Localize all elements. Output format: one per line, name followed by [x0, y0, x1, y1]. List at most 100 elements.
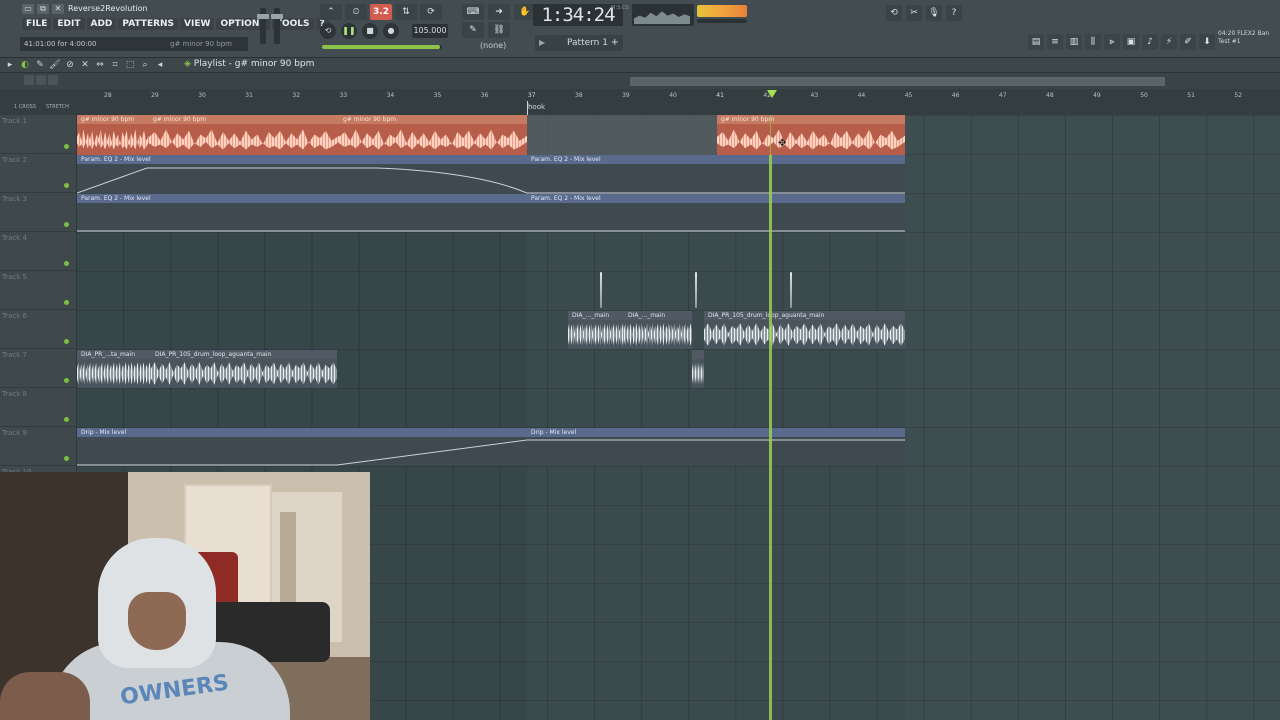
master-volume-slider[interactable] [271, 8, 283, 44]
pencil-icon[interactable]: ✎ [462, 22, 484, 38]
track-enable-icon[interactable] [64, 300, 69, 305]
menu-view[interactable]: VIEW [180, 18, 215, 30]
slip-icon[interactable]: ⇔ [94, 59, 106, 71]
track-enable-icon[interactable] [64, 339, 69, 344]
piano-roll-icon[interactable]: ▥ [1066, 34, 1082, 50]
automation-clip[interactable]: Param. EQ 2 - Mix level [527, 194, 905, 232]
track-header[interactable]: Track 2 [0, 154, 76, 193]
news-panel[interactable]: 04:20 FLEX2 Ban Test #1 [1218, 30, 1280, 52]
menu-patterns[interactable]: PATTERNS [118, 18, 179, 30]
audio-clip[interactable]: DIA_PR_105_drum_loop_aguanta_main [151, 350, 337, 388]
step-edit-icon[interactable]: ➜ [488, 4, 510, 20]
track-header[interactable]: Track 8 [0, 388, 76, 427]
zoom-icon[interactable]: ⌕ [139, 59, 151, 71]
overview-icon[interactable] [48, 75, 58, 85]
automation-clip[interactable]: Param. EQ 2 - Mix level [527, 155, 905, 194]
track-enable-icon[interactable] [64, 222, 69, 227]
pat-song-toggle-icon[interactable]: ⟲ [320, 23, 336, 39]
track-header[interactable]: Track 6 [0, 310, 76, 349]
countdown-button[interactable]: 3.2 [370, 4, 392, 20]
draw-icon[interactable]: ✎ [34, 59, 46, 71]
audio-clip[interactable]: DIA_PR_...ta_main [77, 350, 151, 388]
pattern-arrow-icon[interactable]: ▶ [539, 38, 545, 47]
zoom-out-icon[interactable] [24, 75, 34, 85]
help-icon[interactable]: ? [946, 5, 962, 21]
undo-history-icon[interactable]: ⟲ [886, 5, 902, 21]
download-icon[interactable]: ⬇ [1199, 34, 1215, 50]
add-pattern-icon[interactable]: + [611, 37, 619, 48]
minimize-icon[interactable]: ▭ [22, 4, 34, 14]
track-header[interactable]: Track 7 [0, 349, 76, 388]
menu-add[interactable]: ADD [86, 18, 117, 30]
pause-icon[interactable]: ❚❚ [341, 23, 357, 39]
audio-clip[interactable] [692, 350, 704, 388]
typing-keyboard-icon[interactable]: ⌨ [462, 4, 484, 20]
track-enable-icon[interactable] [64, 456, 69, 461]
audio-clip[interactable]: g# minor 90 bpm [149, 115, 339, 155]
audio-clip[interactable]: DIA_..._main [624, 311, 692, 349]
wait-icon[interactable]: ⏲ [345, 4, 367, 20]
audio-clip[interactable]: g# minor 90 bpm [717, 115, 905, 155]
menu-file[interactable]: FILE [22, 18, 52, 30]
record-icon[interactable]: ● [383, 23, 399, 39]
master-pitch-slider[interactable] [257, 8, 269, 44]
track-header[interactable]: Track 9 [0, 427, 76, 466]
track-enable-icon[interactable] [64, 144, 69, 149]
restore-icon[interactable]: ⧉ [37, 4, 49, 14]
stretch-label[interactable]: STRETCH [46, 104, 69, 110]
hook-marker[interactable]: hook [528, 103, 545, 111]
audio-clip[interactable]: g# minor 90 bpm [77, 115, 149, 155]
song-time-display[interactable]: 1:34:24 [533, 4, 623, 26]
loop-record-icon[interactable]: ⟳ [420, 4, 442, 20]
plugin-icon[interactable]: ▣ [1123, 34, 1139, 50]
menu-edit[interactable]: EDIT [53, 18, 85, 30]
slice-icon[interactable]: ⌗ [109, 59, 121, 71]
zoom-in-icon[interactable] [36, 75, 46, 85]
sample-hit[interactable] [694, 272, 698, 308]
track-header[interactable]: Track 3 [0, 193, 76, 232]
master-volume-bar[interactable] [322, 45, 442, 49]
select-icon[interactable]: ⬚ [124, 59, 136, 71]
track-header[interactable]: Track 5 [0, 271, 76, 310]
microphone-icon[interactable]: 🎙 [926, 5, 942, 21]
track-enable-icon[interactable] [64, 417, 69, 422]
mute-icon[interactable]: ✕ [79, 59, 91, 71]
playback-icon[interactable]: ◂ [154, 59, 166, 71]
delete-icon[interactable]: ⊘ [64, 59, 76, 71]
automation-clip[interactable]: Drip - Mix level [77, 428, 527, 466]
tools-icon[interactable]: ✂ [906, 5, 922, 21]
playlist-window-icon[interactable]: ▤ [1028, 34, 1044, 50]
audio-clip[interactable]: DIA_PR_105_drum_loop_aguanta_main [704, 311, 905, 349]
track-enable-icon[interactable] [64, 261, 69, 266]
sample-hit[interactable] [599, 272, 603, 308]
paint-icon[interactable]: 🖌 [49, 59, 61, 71]
tempo-display[interactable]: 105.000 [412, 24, 448, 38]
audio-clip[interactable]: DIA_..._main [568, 311, 624, 349]
brush-icon[interactable]: ✐ [1180, 34, 1196, 50]
mixer-icon[interactable]: ⫼ [1085, 34, 1101, 50]
plugin-manager-icon[interactable]: ⚡ [1161, 34, 1177, 50]
close-icon[interactable]: ✕ [52, 4, 64, 14]
timeline-ruler[interactable]: 28 29 30 31 32 33 34 35 36 37 38 39 40 41 42 43 44 45 46 47… [76, 89, 1280, 115]
sample-hit[interactable] [789, 272, 793, 308]
link-icon[interactable]: ⛓ [488, 22, 510, 38]
automation-clip[interactable]: Param. EQ 2 - Mix level [77, 194, 527, 232]
track-enable-icon[interactable] [64, 183, 69, 188]
cross-label[interactable]: 1 CROSS [14, 104, 36, 110]
playhead-line[interactable] [769, 155, 772, 720]
audio-icon[interactable]: ♪ [1142, 34, 1158, 50]
blend-icon[interactable]: ⇅ [395, 4, 417, 20]
stop-icon[interactable]: ■ [362, 23, 378, 39]
track-header[interactable]: Track 4 [0, 232, 76, 271]
horizontal-scrollbar[interactable] [630, 77, 1165, 86]
snap-select[interactable]: (none) [480, 41, 506, 50]
automation-clip[interactable]: Param. EQ 2 - Mix level [77, 155, 527, 194]
menu-arrow-icon[interactable]: ▸ [4, 59, 16, 71]
audio-clip[interactable]: g# minor 90 bpm [339, 115, 527, 155]
track-header[interactable]: Track 1 [0, 115, 76, 154]
browser-icon[interactable]: ⫸ [1104, 34, 1120, 50]
pattern-selector[interactable]: ▶ Pattern 1 + [535, 35, 623, 51]
automation-clip[interactable]: Drip - Mix level [527, 428, 905, 466]
track-enable-icon[interactable] [64, 378, 69, 383]
channel-rack-icon[interactable]: ≡ [1047, 34, 1063, 50]
